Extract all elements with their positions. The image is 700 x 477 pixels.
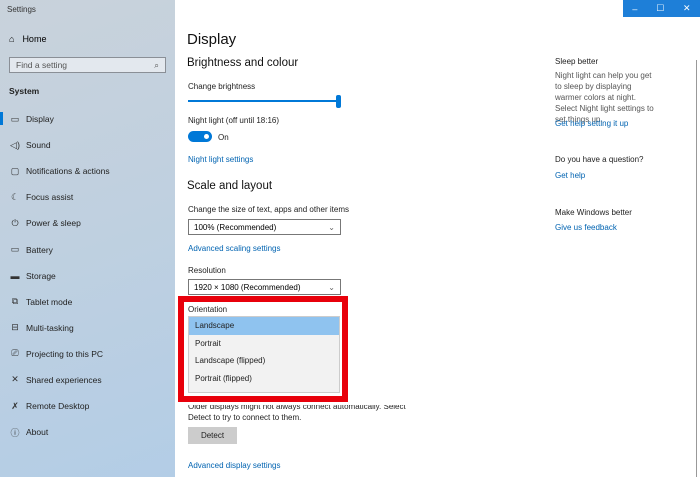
search-icon: ⌕ xyxy=(154,59,159,70)
night-light-label: Night light (off until 18:16) xyxy=(188,116,280,125)
sidebar-item-label: Multi-tasking xyxy=(26,322,74,333)
brightness-slider[interactable] xyxy=(188,100,338,102)
brightness-label: Change brightness xyxy=(188,82,256,91)
toggle-state: On xyxy=(218,133,229,142)
orientation-option[interactable]: Landscape xyxy=(189,317,339,335)
nav-list: ▭ Display ◁) Sound ▢ Notifications & actions ☾… xyxy=(0,106,175,445)
sidebar-item-about[interactable]: ⓘ About xyxy=(0,419,175,445)
sidebar-item-focus-assist[interactable]: ☾ Focus assist xyxy=(0,184,175,210)
search-placeholder: Find a setting xyxy=(16,60,68,70)
projecting-to-this-pc-icon: ⎚ xyxy=(11,348,19,359)
sidebar-item-label: Power & sleep xyxy=(26,218,81,229)
advanced-scaling-link[interactable]: Advanced scaling settings xyxy=(188,244,281,253)
sidebar-item-sound[interactable]: ◁) Sound xyxy=(0,132,175,158)
sidebar-item-label: Battery xyxy=(26,244,53,255)
sidebar-item-label: Notifications & actions xyxy=(26,166,110,177)
orientation-label: Orientation xyxy=(188,305,228,314)
shared-experiences-icon: ✕ xyxy=(11,374,19,385)
remote-desktop-icon: ✗ xyxy=(11,400,19,411)
home-icon: ⌂ xyxy=(9,34,15,44)
home-link[interactable]: ⌂ Home xyxy=(9,34,46,44)
brightness-slider-thumb[interactable] xyxy=(336,95,341,108)
home-label: Home xyxy=(22,34,47,44)
sidebar-item-label: Shared experiences xyxy=(26,374,102,385)
resolution-select[interactable]: 1920 × 1080 (Recommended) ⌄ xyxy=(188,279,341,295)
sleep-title: Sleep better xyxy=(555,57,599,66)
sidebar-item-display[interactable]: ▭ Display xyxy=(0,106,175,132)
close-button[interactable]: ✕ xyxy=(683,3,691,14)
sidebar-item-label: Storage xyxy=(26,270,56,281)
storage-icon: ▬ xyxy=(10,270,20,281)
advanced-display-link[interactable]: Advanced display settings xyxy=(188,461,281,470)
chevron-down-icon: ⌄ xyxy=(328,283,335,292)
sidebar-item-power-sleep[interactable]: ⏻ Power & sleep xyxy=(0,210,175,236)
sidebar-item-shared-experiences[interactable]: ✕ Shared experiences xyxy=(0,367,175,393)
tablet-mode-icon: ⧉ xyxy=(11,296,19,307)
minimize-button[interactable]: – xyxy=(632,4,637,14)
sidebar-item-storage[interactable]: ▬ Storage xyxy=(0,263,175,289)
orientation-dropdown[interactable]: Landscape Portrait Landscape (flipped) P… xyxy=(188,316,340,393)
night-light-toggle[interactable] xyxy=(188,131,212,142)
give-feedback-link[interactable]: Give us feedback xyxy=(555,223,617,232)
sidebar-item-label: Projecting to this PC xyxy=(26,348,104,359)
sidebar: Settings ⌂ Home Find a setting ⌕ System ▭ D… xyxy=(0,0,175,477)
page-title: Display xyxy=(187,31,237,48)
power-sleep-icon: ⏻ xyxy=(11,217,19,228)
sidebar-item-projecting-to-this-pc[interactable]: ⎚ Projecting to this PC xyxy=(0,341,175,367)
sidebar-item-label: About xyxy=(26,427,49,438)
scrollbar[interactable] xyxy=(696,60,697,477)
detect-button[interactable]: Detect xyxy=(188,427,237,444)
search-input[interactable]: Find a setting ⌕ xyxy=(9,57,166,73)
sidebar-item-label: Focus assist xyxy=(26,192,74,203)
resolution-label: Resolution xyxy=(188,266,226,275)
notifications-actions-icon: ▢ xyxy=(10,165,20,176)
window-controls: – ☐ ✕ xyxy=(623,0,700,17)
scale-heading: Scale and layout xyxy=(187,180,273,192)
sidebar-item-tablet-mode[interactable]: ⧉ Tablet mode xyxy=(0,289,175,315)
brightness-heading: Brightness and colour xyxy=(187,57,299,69)
display-icon: ▭ xyxy=(10,113,20,124)
sound-icon: ◁) xyxy=(10,139,20,150)
about-icon: ⓘ xyxy=(10,427,20,438)
multi-tasking-icon: ⊟ xyxy=(11,322,19,333)
sidebar-item-label: Remote Desktop xyxy=(26,401,90,412)
orientation-option[interactable]: Portrait (flipped) xyxy=(189,370,339,388)
battery-icon: ▭ xyxy=(10,244,20,255)
size-label: Change the size of text, apps and other … xyxy=(188,205,349,214)
get-help-link[interactable]: Get help xyxy=(555,171,585,180)
feedback-title: Make Windows better xyxy=(555,208,632,217)
sidebar-item-multi-tasking[interactable]: ⊟ Multi-tasking xyxy=(0,315,175,341)
sidebar-item-label: Tablet mode xyxy=(26,296,73,307)
sidebar-item-remote-desktop[interactable]: ✗ Remote Desktop xyxy=(0,393,175,419)
sidebar-item-battery[interactable]: ▭ Battery xyxy=(0,236,175,262)
detect-text-2: Detect to try to connect to them. xyxy=(188,413,302,422)
chevron-down-icon: ⌄ xyxy=(328,223,335,232)
orientation-option[interactable]: Portrait xyxy=(189,335,339,353)
focus-assist-icon: ☾ xyxy=(10,191,20,202)
size-value: 100% (Recommended) xyxy=(194,223,277,232)
orientation-option[interactable]: Landscape (flipped) xyxy=(189,352,339,370)
sidebar-item-notifications-actions[interactable]: ▢ Notifications & actions xyxy=(0,158,175,184)
window-title: Settings xyxy=(7,5,36,14)
get-help-setup-link[interactable]: Get help setting it up xyxy=(555,119,628,128)
sleep-text: Night light can help you get to sleep by… xyxy=(555,71,654,124)
resolution-value: 1920 × 1080 (Recommended) xyxy=(194,283,301,292)
question-title: Do you have a question? xyxy=(555,155,644,164)
size-select[interactable]: 100% (Recommended) ⌄ xyxy=(188,219,341,235)
sidebar-item-label: Sound xyxy=(26,140,51,151)
section-title: System xyxy=(9,86,40,96)
sidebar-item-label: Display xyxy=(26,114,54,125)
maximize-button[interactable]: ☐ xyxy=(656,3,664,14)
night-light-settings-link[interactable]: Night light settings xyxy=(188,155,253,164)
